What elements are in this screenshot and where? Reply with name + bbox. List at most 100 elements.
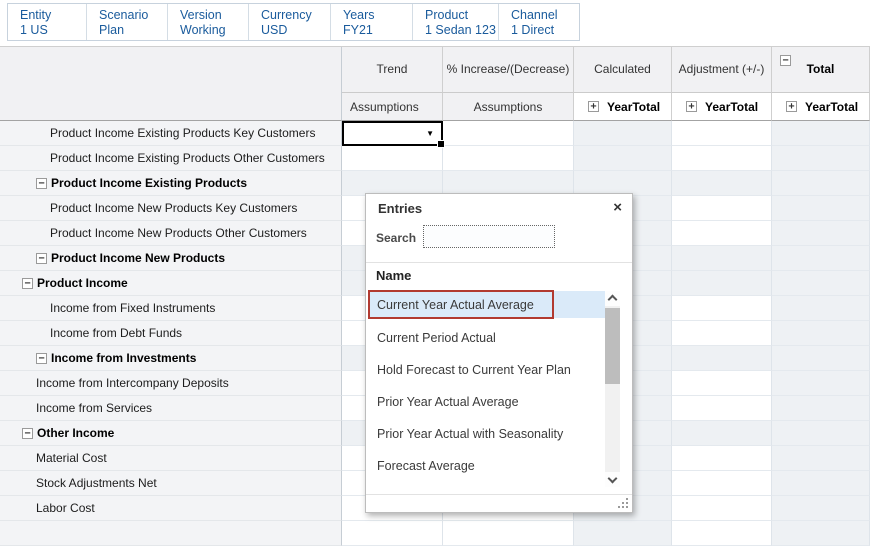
scroll-up-button[interactable] bbox=[605, 291, 620, 306]
grid-cell-total[interactable] bbox=[772, 396, 870, 421]
grid-cell-total[interactable] bbox=[772, 221, 870, 246]
grid-cell-total[interactable] bbox=[772, 446, 870, 471]
entry-item[interactable]: Prior Year Actual with Seasonality bbox=[369, 418, 607, 450]
grid-cell-total[interactable] bbox=[772, 471, 870, 496]
grid-cell-trend[interactable]: ▼ bbox=[342, 121, 443, 146]
row-header[interactable]: Product Income New Products Other Custom… bbox=[0, 221, 342, 246]
row-header[interactable]: Labor Cost bbox=[0, 496, 342, 521]
grid-cell-trend[interactable] bbox=[342, 521, 443, 546]
grid-cell-calculated[interactable] bbox=[574, 146, 672, 171]
collapse-icon[interactable]: − bbox=[36, 253, 47, 264]
grid-cell-adjustment[interactable] bbox=[672, 171, 772, 196]
grid-cell-calculated[interactable] bbox=[574, 521, 672, 546]
grid-cell-adjustment[interactable] bbox=[672, 446, 772, 471]
grid-cell-total[interactable] bbox=[772, 121, 870, 146]
grid-cell-total[interactable] bbox=[772, 321, 870, 346]
entry-item[interactable]: Forecast Average bbox=[369, 450, 607, 482]
entry-item[interactable]: Current Year Actual Average bbox=[369, 291, 607, 318]
grid-cell-total[interactable] bbox=[772, 496, 870, 521]
collapse-icon[interactable]: − bbox=[780, 55, 791, 66]
grid-cell-adjustment[interactable] bbox=[672, 296, 772, 321]
subheader-total[interactable]: +YearTotal bbox=[772, 93, 870, 121]
pov-item-product[interactable]: Product1 Sedan 123 bbox=[413, 4, 499, 40]
grid-cell-pct[interactable] bbox=[443, 146, 574, 171]
row-header[interactable] bbox=[0, 521, 342, 546]
scroll-down-button[interactable] bbox=[605, 472, 620, 487]
entry-item[interactable]: Current Period Actual bbox=[369, 322, 607, 354]
row-header[interactable]: −Other Income bbox=[0, 421, 342, 446]
grid-cell-adjustment[interactable] bbox=[672, 371, 772, 396]
grid-cell-total[interactable] bbox=[772, 296, 870, 321]
row-header[interactable]: Income from Services bbox=[0, 396, 342, 421]
grid-cell-calculated[interactable] bbox=[574, 121, 672, 146]
row-header[interactable]: Material Cost bbox=[0, 446, 342, 471]
pov-item-version[interactable]: VersionWorking bbox=[168, 4, 249, 40]
grid-cell-total[interactable] bbox=[772, 421, 870, 446]
pov-item-currency[interactable]: CurrencyUSD bbox=[249, 4, 331, 40]
collapse-icon[interactable]: − bbox=[36, 353, 47, 364]
close-icon[interactable]: × bbox=[613, 199, 622, 217]
grid-cell-adjustment[interactable] bbox=[672, 396, 772, 421]
column-header-calculated[interactable]: Calculated bbox=[574, 47, 672, 93]
pov-item-channel[interactable]: Channel1 Direct bbox=[499, 4, 579, 40]
scrollbar-thumb[interactable] bbox=[605, 308, 620, 384]
column-header-pct[interactable]: % Increase/(Decrease) bbox=[443, 47, 574, 93]
subheader-adjustment[interactable]: +YearTotal bbox=[672, 93, 772, 121]
grid-cell-total[interactable] bbox=[772, 171, 870, 196]
grid-cell-adjustment[interactable] bbox=[672, 121, 772, 146]
grid-cell-total[interactable] bbox=[772, 196, 870, 221]
row-header[interactable]: Product Income New Products Key Customer… bbox=[0, 196, 342, 221]
pov-item-scenario[interactable]: ScenarioPlan bbox=[87, 4, 168, 40]
collapse-icon[interactable]: − bbox=[22, 428, 33, 439]
row-header[interactable]: Income from Intercompany Deposits bbox=[0, 371, 342, 396]
row-header[interactable]: −Income from Investments bbox=[0, 346, 342, 371]
grid-cell-total[interactable] bbox=[772, 346, 870, 371]
scrollbar[interactable] bbox=[605, 291, 620, 487]
subheader-trend[interactable]: Assumptions bbox=[342, 93, 443, 121]
grid-cell-adjustment[interactable] bbox=[672, 196, 772, 221]
grid-cell-adjustment[interactable] bbox=[672, 421, 772, 446]
grid-cell-adjustment[interactable] bbox=[672, 221, 772, 246]
grid-cell-adjustment[interactable] bbox=[672, 471, 772, 496]
search-input[interactable] bbox=[423, 225, 555, 248]
row-header[interactable]: −Product Income bbox=[0, 271, 342, 296]
entry-item[interactable]: Hold Forecast to Current Year Plan bbox=[369, 354, 607, 386]
grid-cell-total[interactable] bbox=[772, 246, 870, 271]
grid-cell-adjustment[interactable] bbox=[672, 346, 772, 371]
row-header[interactable]: Stock Adjustments Net bbox=[0, 471, 342, 496]
grid-cell-trend[interactable] bbox=[342, 146, 443, 171]
row-header[interactable]: Income from Debt Funds bbox=[0, 321, 342, 346]
grid-cell-total[interactable] bbox=[772, 371, 870, 396]
grid-cell-total[interactable] bbox=[772, 521, 870, 546]
fill-handle[interactable] bbox=[437, 140, 445, 148]
grid-cell-adjustment[interactable] bbox=[672, 496, 772, 521]
column-header-total[interactable]: −Total bbox=[772, 47, 870, 93]
dropdown-caret-icon[interactable]: ▼ bbox=[426, 130, 434, 138]
expand-icon[interactable]: + bbox=[588, 101, 599, 112]
scrollbar-track[interactable] bbox=[605, 306, 620, 472]
row-header[interactable]: Income from Fixed Instruments bbox=[0, 296, 342, 321]
row-header[interactable]: Product Income Existing Products Key Cus… bbox=[0, 121, 342, 146]
grid-cell-adjustment[interactable] bbox=[672, 246, 772, 271]
grid-cell-total[interactable] bbox=[772, 271, 870, 296]
subheader-calculated[interactable]: +YearTotal bbox=[574, 93, 672, 121]
row-header[interactable]: Product Income Existing Products Other C… bbox=[0, 146, 342, 171]
grid-cell-total[interactable] bbox=[772, 146, 870, 171]
resize-grip-icon[interactable] bbox=[626, 506, 628, 508]
entry-item[interactable]: Prior Year Actual Average bbox=[369, 386, 607, 418]
grid-cell-pct[interactable] bbox=[443, 121, 574, 146]
collapse-icon[interactable]: − bbox=[36, 178, 47, 189]
collapse-icon[interactable]: − bbox=[22, 278, 33, 289]
pov-item-years[interactable]: YearsFY21 bbox=[331, 4, 413, 40]
subheader-pct[interactable]: Assumptions bbox=[443, 93, 574, 121]
grid-cell-adjustment[interactable] bbox=[672, 521, 772, 546]
pov-item-entity[interactable]: Entity1 US bbox=[8, 4, 87, 40]
row-header[interactable]: −Product Income New Products bbox=[0, 246, 342, 271]
expand-icon[interactable]: + bbox=[686, 101, 697, 112]
column-header-trend[interactable]: Trend bbox=[342, 47, 443, 93]
column-header-adjustment[interactable]: Adjustment (+/-) bbox=[672, 47, 772, 93]
grid-cell-adjustment[interactable] bbox=[672, 321, 772, 346]
grid-cell-adjustment[interactable] bbox=[672, 271, 772, 296]
row-header[interactable]: −Product Income Existing Products bbox=[0, 171, 342, 196]
grid-cell-adjustment[interactable] bbox=[672, 146, 772, 171]
